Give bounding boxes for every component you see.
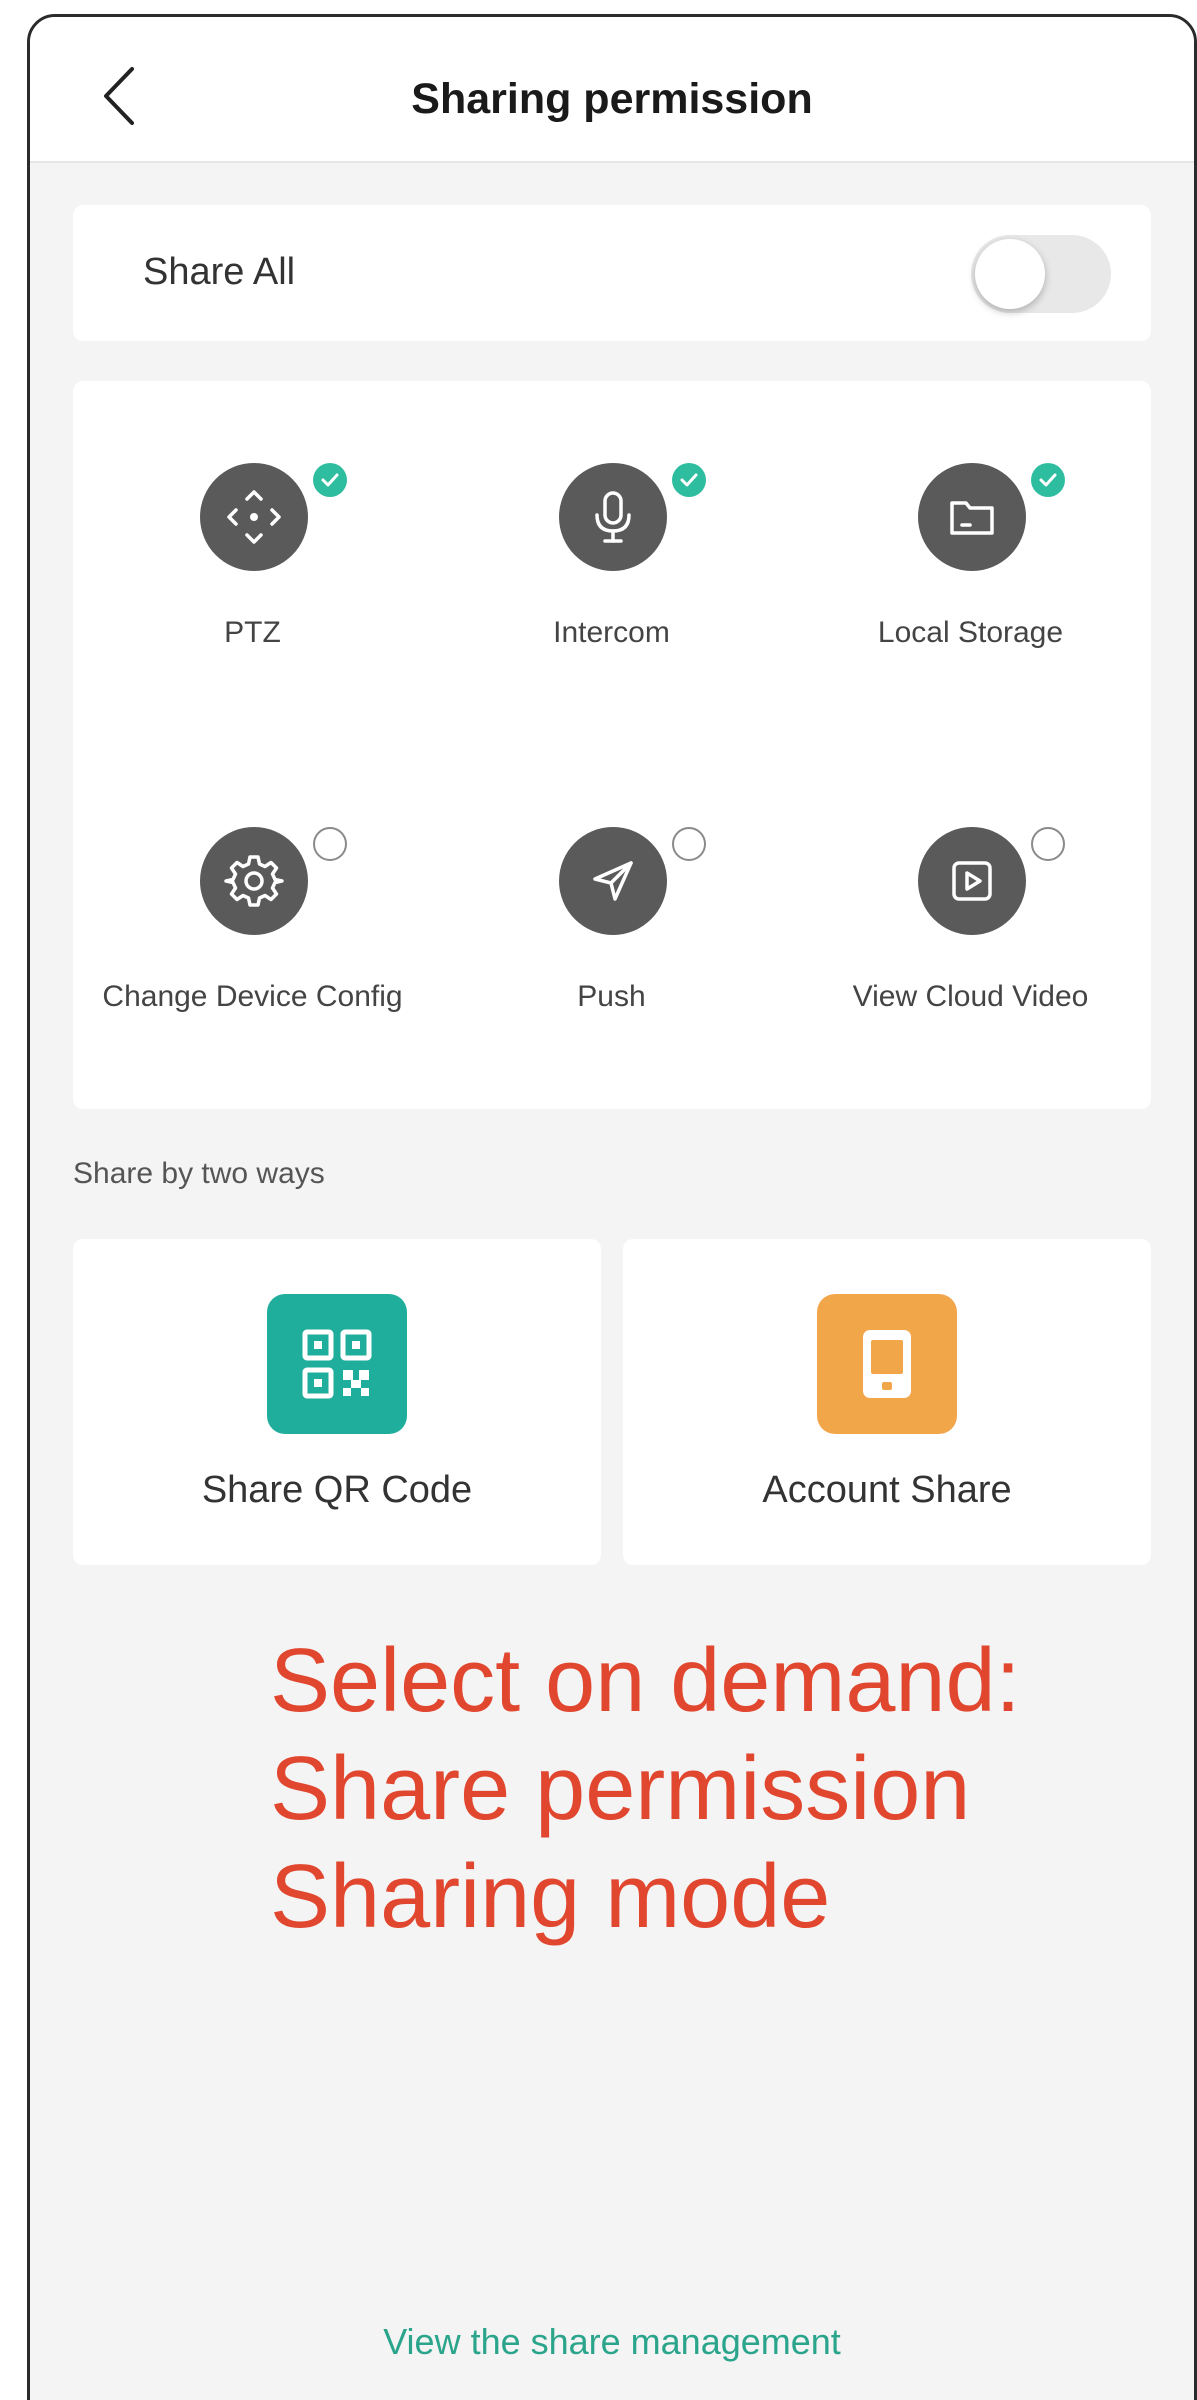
permission-check-on[interactable] <box>1031 463 1065 497</box>
permission-change-device-config[interactable]: Change Device Config <box>73 745 432 1045</box>
annotation-text: Select on demand: Share permission Shari… <box>270 1627 1021 1951</box>
permission-label: PTZ <box>224 616 281 649</box>
permission-label: Push <box>577 980 646 1013</box>
annotation-line: Select on demand: <box>270 1631 1021 1731</box>
gear-icon <box>200 827 308 935</box>
permission-check-off[interactable] <box>313 827 347 861</box>
share-all-row: Share All <box>73 205 1151 341</box>
permission-local-storage[interactable]: Local Storage <box>791 381 1150 681</box>
permission-check-off[interactable] <box>1031 827 1065 861</box>
view-share-management-link[interactable]: View the share management <box>30 2321 1194 2363</box>
share-all-label: Share All <box>143 251 296 293</box>
share-qr-code-button[interactable]: Share QR Code <box>73 1239 601 1565</box>
permission-label: View Cloud Video <box>852 980 1089 1013</box>
toggle-knob <box>975 239 1045 309</box>
share-all-toggle[interactable] <box>971 235 1111 313</box>
play-icon <box>918 827 1026 935</box>
permission-label: Change Device Config <box>102 980 403 1013</box>
permission-ptz[interactable]: PTZ <box>73 381 432 681</box>
qr-code-icon <box>267 1294 407 1434</box>
send-icon <box>559 827 667 935</box>
permissions-grid: PTZ Intercom Local Storage Change Device… <box>73 381 1151 1109</box>
direction-pad-icon <box>200 463 308 571</box>
permission-push[interactable]: Push <box>432 745 791 1045</box>
account-share-button[interactable]: Account Share <box>623 1239 1151 1565</box>
permission-check-off[interactable] <box>672 827 706 861</box>
permission-intercom[interactable]: Intercom <box>432 381 791 681</box>
microphone-icon <box>559 463 667 571</box>
permission-label: Intercom <box>553 616 670 649</box>
permission-view-cloud-video[interactable]: View Cloud Video <box>791 745 1150 1045</box>
permission-check-on[interactable] <box>313 463 347 497</box>
share-option-label: Account Share <box>762 1469 1012 1511</box>
annotation-line: Share permission <box>270 1739 971 1839</box>
permission-check-on[interactable] <box>672 463 706 497</box>
share-option-label: Share QR Code <box>201 1469 473 1511</box>
phone-icon <box>817 1294 957 1434</box>
folder-icon <box>918 463 1026 571</box>
share-section-label: Share by two ways <box>73 1157 325 1190</box>
page-title: Sharing permission <box>411 75 813 123</box>
permission-label: Local Storage <box>877 616 1064 649</box>
phone-screen: Sharing permission Share All PTZ Interco… <box>27 14 1197 2400</box>
annotation-line: Sharing mode <box>270 1847 831 1947</box>
nav-header: Sharing permission <box>30 17 1194 163</box>
